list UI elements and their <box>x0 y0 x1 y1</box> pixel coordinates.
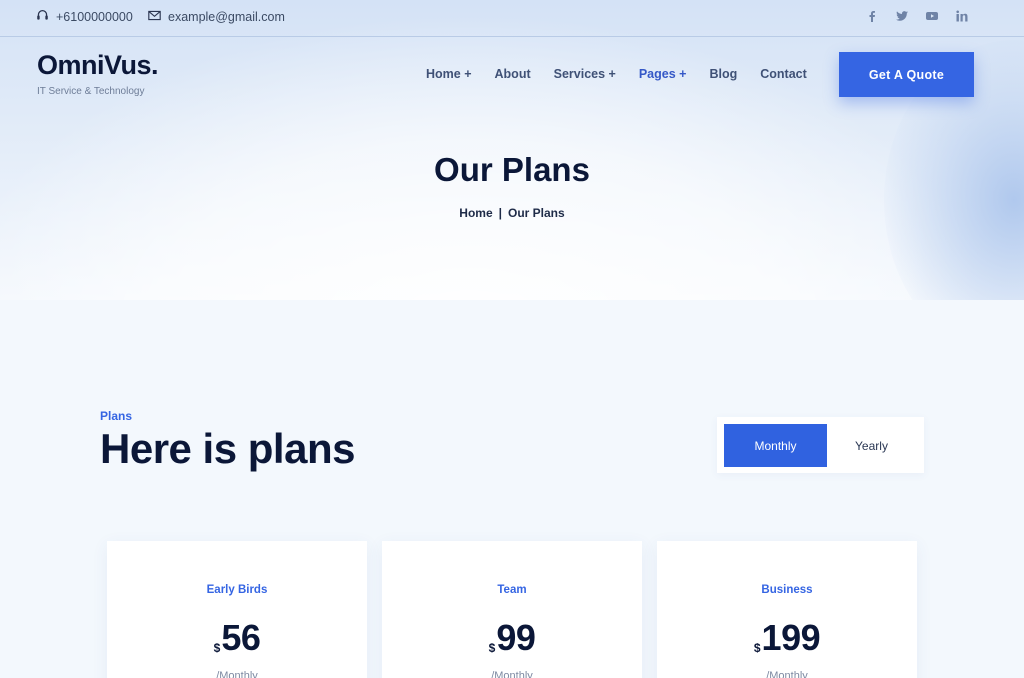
page-title: Our Plans <box>434 151 590 188</box>
breadcrumb: Home | Our Plans <box>0 206 1024 220</box>
nav-item-blog[interactable]: Blog <box>709 67 737 81</box>
email-address: example@gmail.com <box>168 10 285 24</box>
nav-item-pages[interactable]: Pages + <box>639 67 687 81</box>
phone-number: +6100000000 <box>56 10 133 24</box>
plan-card-early-birds: Early Birds $56 /Monthly <box>107 541 367 678</box>
hero-banner <box>0 0 1024 300</box>
nav-item-about[interactable]: About <box>495 67 531 81</box>
plan-name: Business <box>761 584 813 596</box>
breadcrumb-separator: | <box>498 206 502 220</box>
phone-contact[interactable]: +6100000000 <box>36 9 133 25</box>
get-a-quote-button[interactable]: Get A Quote <box>839 52 974 97</box>
top-bar: +6100000000 example@gmail.com <box>0 0 1024 37</box>
section-heading: Here is plans <box>100 425 355 472</box>
section-eyebrow: Plans <box>100 409 133 423</box>
nav-item-services[interactable]: Services + <box>554 67 616 81</box>
plan-price: $99 <box>382 617 642 659</box>
plan-period: /Monthly <box>766 670 808 678</box>
plan-period: /Monthly <box>216 670 258 678</box>
logo-tagline: IT Service & Technology <box>37 86 145 97</box>
plan-name: Early Birds <box>206 584 268 596</box>
plan-price: $199 <box>657 617 917 659</box>
price-value: 99 <box>496 617 536 658</box>
plan-price: $56 <box>107 617 367 659</box>
plan-name: Team <box>497 584 527 596</box>
currency-symbol: $ <box>213 641 221 655</box>
facebook-icon[interactable] <box>866 9 878 23</box>
currency-symbol: $ <box>488 641 496 655</box>
yearly-toggle-button[interactable]: Yearly <box>820 424 923 467</box>
price-value: 199 <box>761 617 821 658</box>
currency-symbol: $ <box>753 641 761 655</box>
plan-period: /Monthly <box>491 670 533 678</box>
email-contact[interactable]: example@gmail.com <box>148 9 285 25</box>
headset-icon <box>36 9 49 25</box>
monthly-toggle-button[interactable]: Monthly <box>724 424 827 467</box>
billing-toggle: Monthly Yearly <box>717 417 924 473</box>
breadcrumb-current: Our Plans <box>508 206 565 220</box>
site-logo[interactable]: OmniVus. <box>37 50 159 81</box>
breadcrumb-home[interactable]: Home <box>459 206 492 220</box>
nav-item-home[interactable]: Home + <box>426 67 472 81</box>
price-value: 56 <box>221 617 261 658</box>
social-links <box>866 9 968 23</box>
youtube-icon[interactable] <box>926 9 938 23</box>
main-nav: Home + About Services + Pages + Blog Con… <box>426 67 830 81</box>
mail-icon <box>148 9 161 25</box>
twitter-icon[interactable] <box>896 9 908 23</box>
linkedin-icon[interactable] <box>956 9 968 23</box>
plan-card-team: Team $99 /Monthly <box>382 541 642 678</box>
nav-item-contact[interactable]: Contact <box>760 67 807 81</box>
plan-card-business: Business $199 /Monthly <box>657 541 917 678</box>
